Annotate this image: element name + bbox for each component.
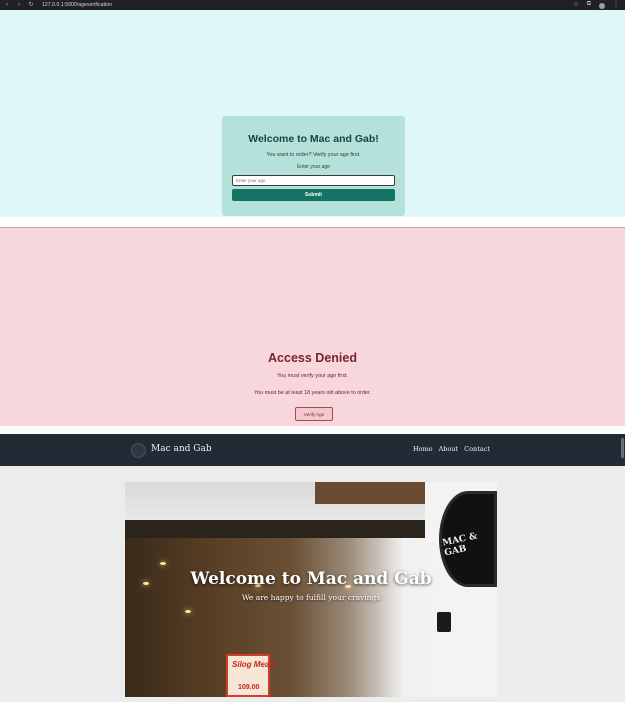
reload-icon[interactable]: ↻ [28,0,34,10]
address-bar[interactable]: 127.0.0.1:5000/ageverification [42,2,112,8]
card-title: Welcome to Mac and Gab! [248,133,379,145]
ceiling-light [160,562,166,565]
nav-links: Home About Contact [413,445,490,453]
navbar: Mac and Gab Home About Contact [0,434,625,466]
hero-title: Welcome to Mac and Gab [190,569,432,589]
forward-icon[interactable]: › [16,0,22,10]
hero-subtitle: We are happy to fulfill your cravings [241,593,381,602]
age-verification-card: Welcome to Mac and Gab! You want to orde… [222,116,405,216]
card-subtitle: You want to order? Verify your age first… [266,152,361,158]
roof-wood [315,482,425,504]
bookmark-star-icon[interactable]: ☆ [573,1,578,9]
age-input[interactable] [232,175,395,186]
age-label: Enter your age [297,164,330,170]
extensions-icon[interactable]: ⧉ [587,1,591,9]
profile-avatar[interactable] [599,3,605,9]
denied-message-1: You must verify your age first. [277,373,348,379]
ceiling-light [185,610,191,613]
back-icon[interactable]: ‹ [4,0,10,10]
wall-lamp [437,612,451,632]
poster-title: Silog Meals [232,660,277,669]
menu-icon[interactable]: ⋮ [613,1,619,9]
denied-message-2: You must be at least 18 years old above … [254,390,371,396]
verify-age-button[interactable]: Verify Age [295,407,333,421]
hero-image: MAC & GAB Silog Meals 109.00 Welcome to … [125,482,497,697]
access-denied-page: Access Denied You must verify your age f… [0,227,625,426]
brand-name[interactable]: Mac and Gab [151,444,212,454]
nav-home[interactable]: Home [413,445,433,453]
home-page: Mac and Gab Home About Contact MAC & GAB… [0,434,625,702]
nav-about[interactable]: About [439,445,459,453]
access-denied-title: Access Denied [268,351,357,365]
submit-button[interactable]: Submit [232,189,395,201]
storefront-beam [125,520,425,538]
poster-price: 109.00 [238,684,260,691]
scrollbar-thumb[interactable] [621,438,624,458]
nav-contact[interactable]: Contact [464,445,490,453]
age-verification-page: Welcome to Mac and Gab! You want to orde… [0,10,625,217]
browser-toolbar: ‹ › ↻ 127.0.0.1:5000/ageverification ☆ ⧉… [0,0,625,10]
brand-logo[interactable] [131,443,146,458]
